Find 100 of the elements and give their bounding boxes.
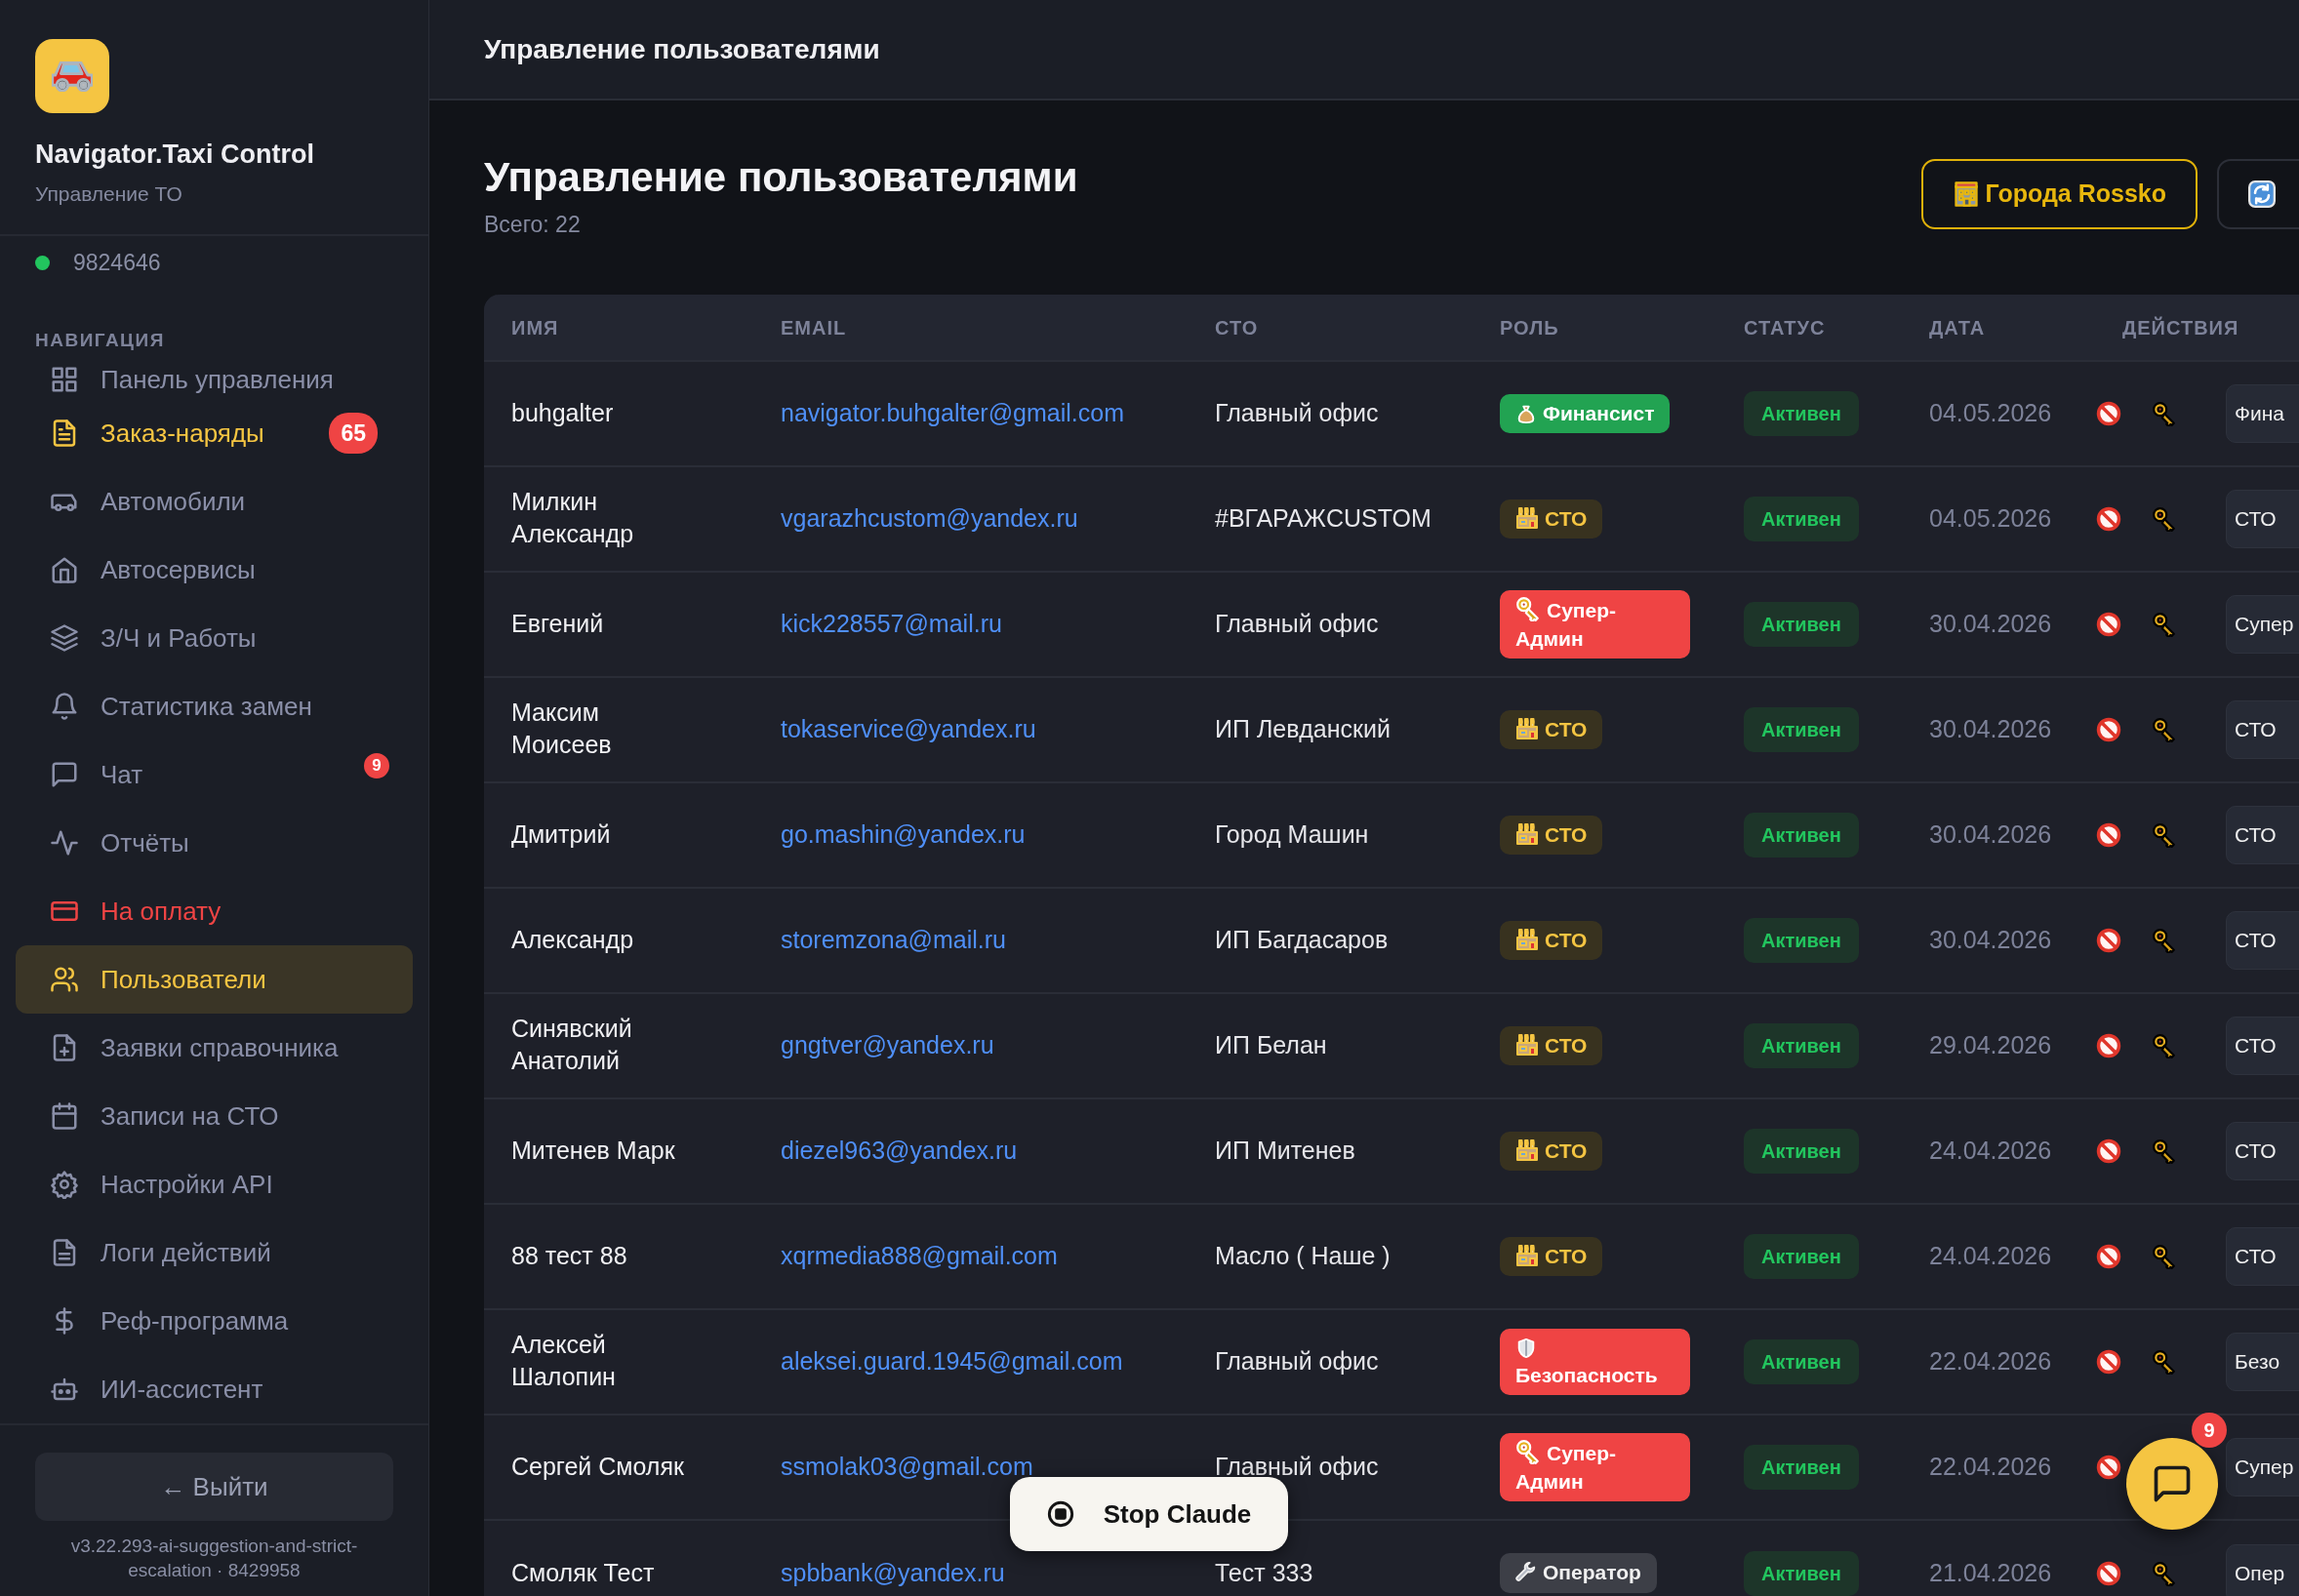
email-link[interactable]: tokaservice@yandex.ru xyxy=(781,715,1036,743)
nav-item[interactable]: Пользователи xyxy=(16,945,413,1014)
status-badge: Активен xyxy=(1744,918,1859,963)
block-button[interactable] xyxy=(2095,1559,2122,1587)
password-button[interactable] xyxy=(2152,1244,2177,1269)
block-button[interactable] xyxy=(2095,1137,2122,1165)
logout-button[interactable]: ← Выйти xyxy=(35,1453,393,1521)
nav-item[interactable]: Статистика замен xyxy=(16,672,413,740)
key-icon xyxy=(2152,1349,2177,1375)
status-badge: Активен xyxy=(1744,602,1859,647)
chat-bubble-icon xyxy=(50,760,79,789)
nav-item[interactable]: Панель управления xyxy=(16,360,413,399)
email-link[interactable]: storemzona@mail.ru xyxy=(781,926,1006,954)
key-icon xyxy=(2152,717,2177,742)
prohibited-icon xyxy=(2095,505,2122,533)
password-button[interactable] xyxy=(2152,1033,2177,1058)
role-select[interactable]: Супер xyxy=(2226,595,2299,654)
nav-item[interactable]: Автосервисы xyxy=(16,536,413,604)
block-button[interactable] xyxy=(2095,611,2122,638)
key-icon xyxy=(2152,506,2177,532)
email-link[interactable]: kick228557@mail.ru xyxy=(781,610,1002,638)
block-button[interactable] xyxy=(2095,927,2122,954)
prohibited-icon xyxy=(2095,927,2122,954)
role-select[interactable]: СТО xyxy=(2226,911,2299,970)
role-select[interactable]: Фина xyxy=(2226,384,2299,443)
block-button[interactable] xyxy=(2095,1032,2122,1059)
role-select[interactable]: СТО xyxy=(2226,1227,2299,1286)
nav-item[interactable]: ИИ-ассистент xyxy=(16,1355,413,1423)
cities-button[interactable]: Города Rossko xyxy=(1920,159,2198,229)
factory-icon xyxy=(1515,1032,1539,1057)
email-link[interactable]: aleksei.guard.1945@gmail.com xyxy=(781,1347,1123,1376)
nav-item[interactable]: З/Ч и Работы xyxy=(16,604,413,672)
block-button[interactable] xyxy=(2095,1348,2122,1376)
stop-button[interactable]: Stop Claude xyxy=(1010,1477,1288,1551)
nav-item[interactable]: На оплату xyxy=(16,877,413,945)
password-button[interactable] xyxy=(2152,1138,2177,1164)
nav-item[interactable]: Автомобили xyxy=(16,467,413,536)
factory-icon xyxy=(1515,1137,1539,1162)
email-link[interactable]: vgarazhcustom@yandex.ru xyxy=(781,504,1078,533)
email-link[interactable]: spbbank@yandex.ru xyxy=(781,1558,1005,1586)
service-name: ИП Багдасаров xyxy=(1215,926,1389,954)
block-button[interactable] xyxy=(2095,400,2122,427)
status-badge: Активен xyxy=(1744,1550,1859,1596)
password-button[interactable] xyxy=(2152,401,2177,426)
factory-icon xyxy=(1515,505,1539,530)
role-select[interactable]: СТО xyxy=(2226,700,2299,759)
block-button[interactable] xyxy=(2095,821,2122,849)
user-name: 88 тест 88 xyxy=(511,1241,627,1272)
nav-item[interactable]: Чат 9 xyxy=(16,740,413,809)
user-name: Александр xyxy=(511,925,634,956)
shield-icon xyxy=(1515,1337,1537,1359)
password-button[interactable] xyxy=(2152,822,2177,848)
password-button[interactable] xyxy=(2152,506,2177,532)
status-badge: Активен xyxy=(1744,1129,1859,1174)
email-link[interactable]: diezel963@yandex.ru xyxy=(781,1137,1018,1165)
nav-item[interactable]: Настройки API xyxy=(16,1150,413,1218)
email-link[interactable]: go.mashin@yandex.ru xyxy=(781,820,1026,849)
house-icon xyxy=(50,555,79,584)
key-icon xyxy=(1515,596,1541,622)
password-button[interactable] xyxy=(2152,1349,2177,1375)
nav-item[interactable]: Реф-программа xyxy=(16,1287,413,1355)
block-button[interactable] xyxy=(2095,1243,2122,1270)
block-button[interactable] xyxy=(2095,505,2122,533)
role-select[interactable]: СТО xyxy=(2226,490,2299,548)
email-link[interactable]: navigator.buhgalter@gmail.com xyxy=(781,399,1124,427)
nav-item[interactable]: Заказ-наряды 65 xyxy=(16,399,413,467)
prohibited-icon xyxy=(2095,716,2122,743)
app-name: Navigator.Taxi Control xyxy=(35,139,316,171)
column-header: РОЛЬ xyxy=(1500,316,1559,339)
role-select[interactable]: СТО xyxy=(2226,806,2299,864)
password-button[interactable] xyxy=(2152,1560,2177,1586)
service-name: Главный офис xyxy=(1215,399,1379,427)
nav-item[interactable]: Заявки справочника xyxy=(16,1014,413,1082)
key-icon xyxy=(2152,1138,2177,1164)
role-select[interactable]: СТО xyxy=(2226,1017,2299,1075)
wrench-icon xyxy=(1515,1562,1537,1584)
user-id: 9824646 xyxy=(73,249,161,277)
role-select[interactable]: СТО xyxy=(2226,1122,2299,1180)
password-button[interactable] xyxy=(2152,717,2177,742)
role-select[interactable]: Опер xyxy=(2226,1543,2299,1596)
email-link[interactable]: xqrmedia888@gmail.com xyxy=(781,1242,1058,1270)
status-badge: Активен xyxy=(1744,813,1859,858)
user-name: Алексей Шалопин xyxy=(511,1330,617,1392)
password-button[interactable] xyxy=(2152,928,2177,953)
nav-item[interactable]: Отчёты xyxy=(16,809,413,877)
nav-item[interactable]: Логи действий xyxy=(16,1218,413,1287)
nav-item[interactable]: Записи на СТО xyxy=(16,1082,413,1150)
role-select[interactable]: Супер xyxy=(2226,1438,2299,1496)
key-icon xyxy=(2152,1244,2177,1269)
block-button[interactable] xyxy=(2095,1454,2122,1481)
role-select[interactable]: Безо xyxy=(2226,1333,2299,1391)
user-name: Митенев Марк xyxy=(511,1136,675,1167)
email-link[interactable]: gngtver@yandex.ru xyxy=(781,1031,994,1059)
password-button[interactable] xyxy=(2152,612,2177,637)
column-header: ДАТА xyxy=(1929,316,1986,339)
block-button[interactable] xyxy=(2095,716,2122,743)
date-text: 04.05.2026 xyxy=(1929,504,2052,533)
service-name: Город Машин xyxy=(1215,820,1369,849)
nav-heading: НАВИГАЦИЯ xyxy=(34,328,166,352)
key-icon xyxy=(2152,401,2177,426)
